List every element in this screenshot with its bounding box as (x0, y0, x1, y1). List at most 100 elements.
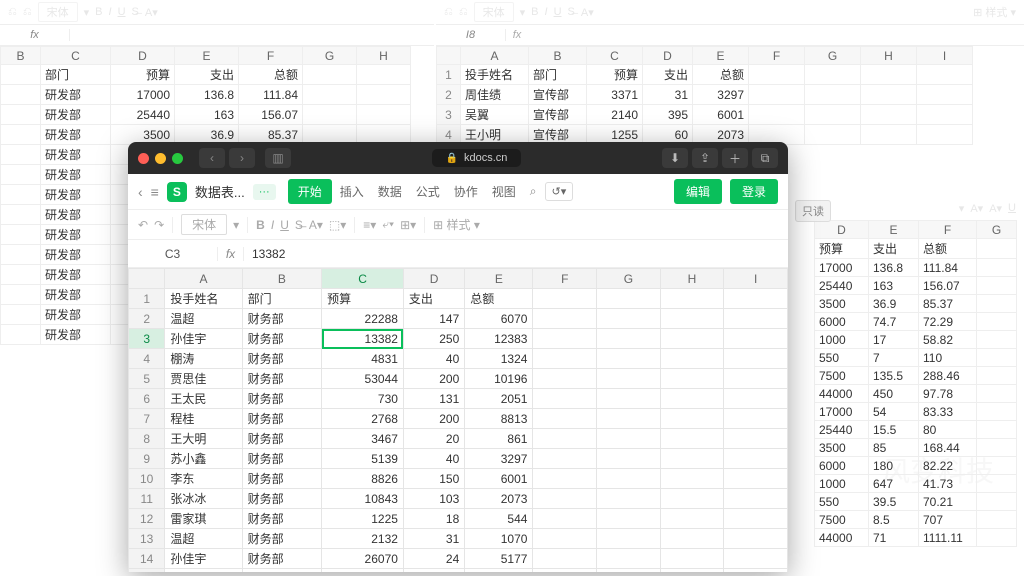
cell[interactable]: 孙佳宇 (165, 549, 242, 569)
tab-插入[interactable]: 插入 (334, 179, 370, 204)
cell[interactable] (660, 469, 724, 489)
cell[interactable]: 财务部 (242, 429, 322, 449)
row-header[interactable]: 4 (129, 349, 165, 369)
cell[interactable] (724, 289, 788, 309)
cell[interactable]: 5177 (465, 549, 533, 569)
cell[interactable]: 24 (403, 549, 464, 569)
edit-button[interactable]: 编辑 (674, 179, 722, 204)
cell[interactable] (724, 369, 788, 389)
cell[interactable] (724, 349, 788, 369)
more-menu-button[interactable]: ··· (253, 184, 276, 200)
cell[interactable]: 2768 (322, 409, 404, 429)
merge-button[interactable]: ⊞▾ (400, 218, 416, 232)
cell[interactable] (533, 369, 597, 389)
cell[interactable]: 2051 (465, 389, 533, 409)
fx-icon[interactable]: fx (218, 247, 244, 261)
cell[interactable] (724, 449, 788, 469)
italic-button[interactable]: I (271, 218, 274, 232)
download-button[interactable]: ⬇ (662, 148, 688, 168)
row-header[interactable]: 6 (129, 389, 165, 409)
cell[interactable] (724, 509, 788, 529)
cell[interactable]: 20 (403, 429, 464, 449)
cell[interactable]: 1225 (322, 509, 404, 529)
cell[interactable]: 财务部 (242, 449, 322, 469)
column-header[interactable]: C (322, 269, 404, 289)
cell[interactable]: 财务部 (242, 569, 322, 573)
spreadsheet-grid[interactable]: ABCDEFGHI1投手姓名部门预算支出总额2温超财务部222881476070… (128, 268, 788, 572)
row-header[interactable]: 5 (129, 369, 165, 389)
cell[interactable]: 8826 (322, 469, 404, 489)
cell[interactable]: 730 (322, 389, 404, 409)
cell[interactable]: 财务部 (242, 369, 322, 389)
cell[interactable]: 支出 (403, 289, 464, 309)
cell[interactable] (724, 309, 788, 329)
cell[interactable] (533, 309, 597, 329)
cell[interactable]: 3467 (322, 429, 404, 449)
row-header[interactable]: 10 (129, 469, 165, 489)
cell[interactable]: 10196 (465, 369, 533, 389)
tab-开始[interactable]: 开始 (288, 179, 332, 204)
tab-协作[interactable]: 协作 (448, 179, 484, 204)
back-arrow-icon[interactable]: ‹ (138, 184, 143, 200)
cell[interactable]: 6001 (465, 469, 533, 489)
cell[interactable]: 财务部 (242, 489, 322, 509)
cell[interactable]: 53044 (322, 369, 404, 389)
cell[interactable]: 投手姓名 (165, 289, 242, 309)
column-header[interactable]: H (660, 269, 724, 289)
cell[interactable] (533, 329, 597, 349)
cell[interactable]: 544 (465, 509, 533, 529)
row-header[interactable]: 12 (129, 509, 165, 529)
cell[interactable]: 财务部 (242, 509, 322, 529)
cell[interactable]: 贾思佳 (165, 369, 242, 389)
cell[interactable]: 李东 (165, 469, 242, 489)
cell[interactable]: 12383 (465, 329, 533, 349)
cell[interactable]: 8186 (322, 569, 404, 573)
cell[interactable]: 温超 (165, 529, 242, 549)
cell[interactable]: 200 (403, 409, 464, 429)
cell[interactable] (533, 389, 597, 409)
cell[interactable]: 总额 (465, 289, 533, 309)
cell[interactable]: 王太民 (165, 389, 242, 409)
cell[interactable]: 200 (403, 569, 464, 573)
cell[interactable] (660, 529, 724, 549)
cell[interactable] (724, 389, 788, 409)
column-header[interactable]: E (465, 269, 533, 289)
menu-icon[interactable]: ≡ (151, 184, 159, 200)
cell[interactable]: 棚涛 (165, 349, 242, 369)
cell[interactable]: 财务部 (242, 549, 322, 569)
row-header[interactable]: 13 (129, 529, 165, 549)
cell[interactable] (533, 289, 597, 309)
cell[interactable] (533, 509, 597, 529)
cell[interactable]: 1070 (465, 529, 533, 549)
close-icon[interactable] (138, 153, 149, 164)
row-header[interactable]: 9 (129, 449, 165, 469)
cell[interactable]: 8813 (465, 409, 533, 429)
cell[interactable]: 王大明 (165, 429, 242, 449)
cell[interactable]: 40 (403, 449, 464, 469)
cell[interactable]: 财务部 (242, 529, 322, 549)
cell[interactable]: 6070 (465, 309, 533, 329)
cell[interactable]: 苏小鑫 (165, 449, 242, 469)
column-header[interactable]: B (242, 269, 322, 289)
cell[interactable] (660, 349, 724, 369)
cell[interactable] (660, 509, 724, 529)
cell[interactable] (597, 429, 661, 449)
cell[interactable]: 131 (403, 389, 464, 409)
cell[interactable]: 财务部 (242, 329, 322, 349)
row-header[interactable]: 2 (129, 309, 165, 329)
cell[interactable]: 4831 (322, 349, 404, 369)
row-header[interactable]: 8 (129, 429, 165, 449)
cell[interactable]: 财务部 (242, 389, 322, 409)
cell[interactable] (597, 469, 661, 489)
wrap-button[interactable]: ⤶▾ (382, 217, 394, 232)
cell[interactable] (724, 469, 788, 489)
cell[interactable] (724, 489, 788, 509)
tab-公式[interactable]: 公式 (410, 179, 446, 204)
selected-cell[interactable]: 13382 (322, 329, 404, 349)
cell[interactable] (724, 429, 788, 449)
cell[interactable]: 温超 (165, 309, 242, 329)
tabs-button[interactable]: ⧉ (752, 148, 778, 168)
cell[interactable] (597, 309, 661, 329)
cell[interactable] (660, 549, 724, 569)
cell[interactable] (724, 529, 788, 549)
